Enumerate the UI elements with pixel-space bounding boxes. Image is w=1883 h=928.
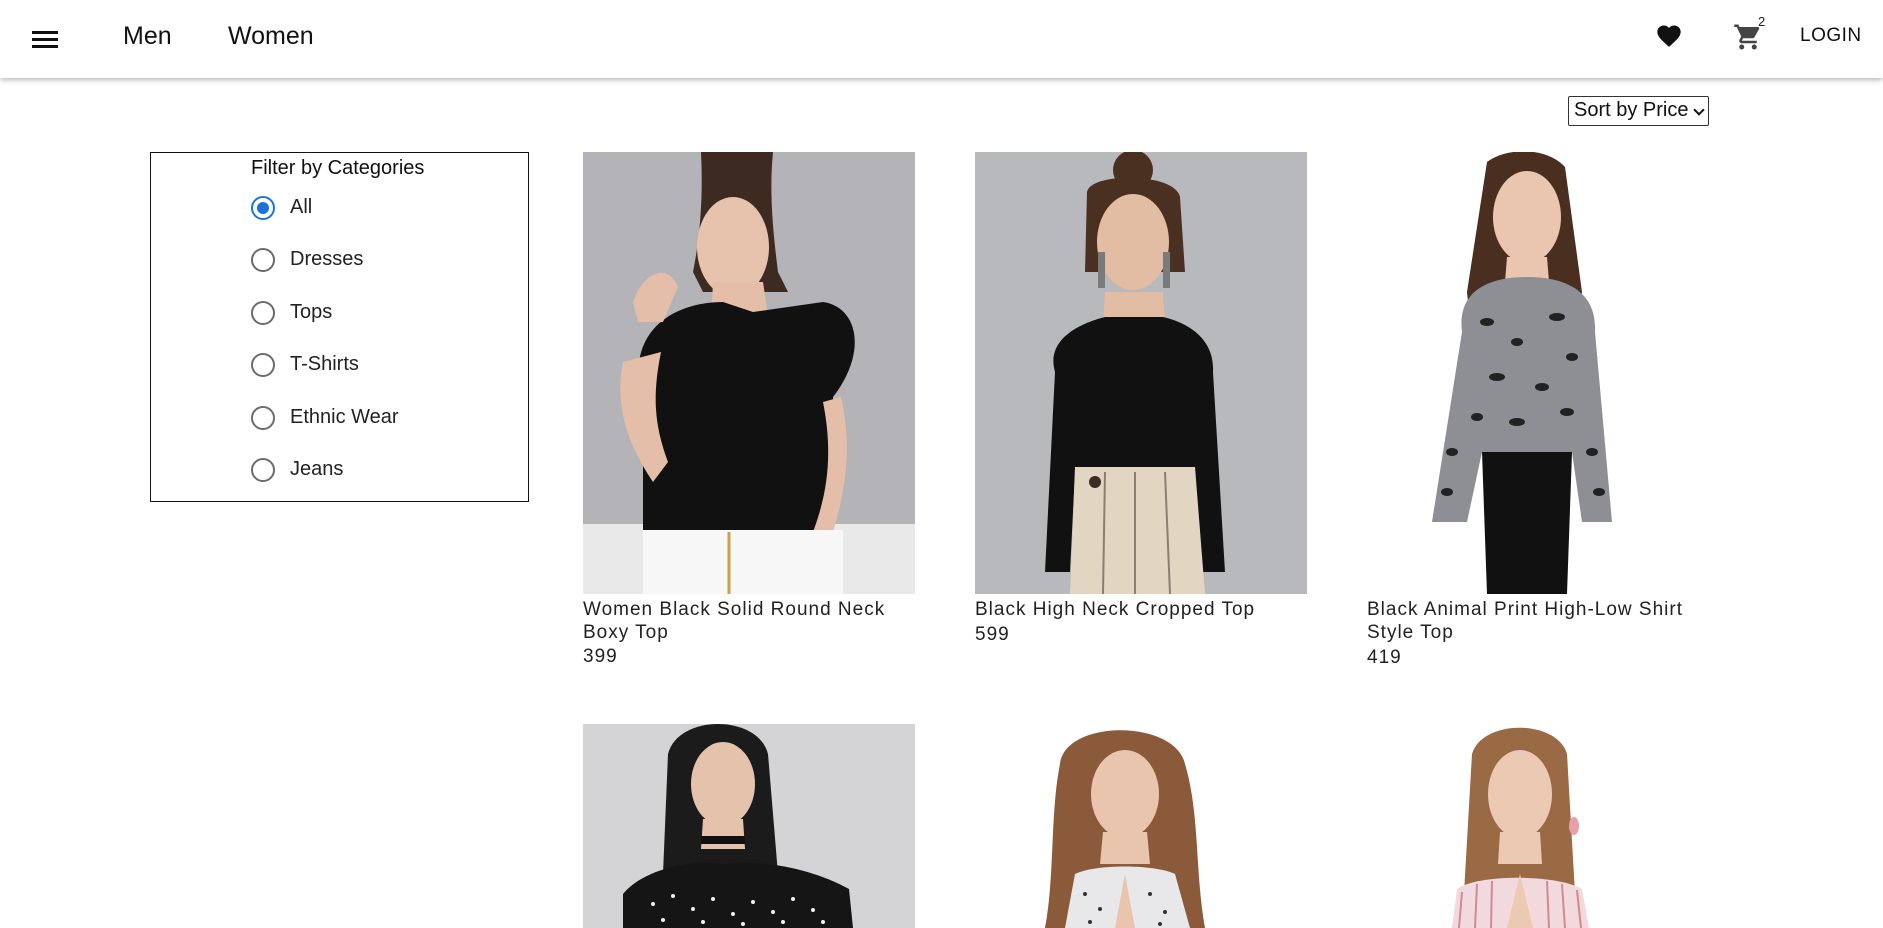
product-price: 599 bbox=[975, 624, 1010, 645]
product-image[interactable] bbox=[1367, 724, 1699, 928]
hamburger-menu-icon[interactable] bbox=[32, 28, 58, 52]
filter-option-label: Dresses bbox=[290, 248, 364, 270]
radio-unchecked-icon[interactable] bbox=[251, 458, 275, 482]
filter-option-label: Tops bbox=[290, 301, 333, 323]
radio-unchecked-icon[interactable] bbox=[251, 248, 275, 272]
login-button[interactable]: LOGIN bbox=[1800, 25, 1862, 47]
product-image[interactable] bbox=[975, 152, 1307, 594]
sort-by-price-select[interactable]: Sort by Price bbox=[1568, 96, 1709, 126]
radio-checked-icon[interactable] bbox=[251, 196, 275, 220]
filter-option-label: T-Shirts bbox=[290, 353, 359, 375]
filter-title: Filter by Categories bbox=[251, 157, 425, 179]
nav-link-men[interactable]: Men bbox=[123, 22, 172, 51]
sort-selected-value: Sort by Price bbox=[1574, 99, 1689, 121]
product-title[interactable]: Black High Neck Cropped Top bbox=[975, 598, 1307, 621]
radio-unchecked-icon[interactable] bbox=[251, 353, 275, 377]
product-image[interactable] bbox=[583, 724, 915, 928]
filter-option-label: All bbox=[290, 196, 313, 218]
product-price: 419 bbox=[1367, 647, 1402, 668]
cart-count-badge: 2 bbox=[1758, 14, 1766, 29]
category-filter-panel: Filter by Categories All Dresses Tops T-… bbox=[150, 152, 529, 502]
top-navigation-bar: Men Women 2 LOGIN bbox=[0, 0, 1883, 78]
nav-link-women[interactable]: Women bbox=[228, 22, 314, 51]
radio-unchecked-icon[interactable] bbox=[251, 301, 275, 325]
radio-unchecked-icon[interactable] bbox=[251, 406, 275, 430]
chevron-down-icon bbox=[1693, 104, 1705, 116]
product-image[interactable] bbox=[1367, 152, 1699, 594]
filter-option-label: Ethnic Wear bbox=[290, 406, 399, 428]
product-image[interactable] bbox=[975, 724, 1307, 928]
wishlist-heart-icon[interactable] bbox=[1655, 22, 1683, 50]
filter-option-label: Jeans bbox=[290, 458, 344, 480]
product-image[interactable] bbox=[583, 152, 915, 594]
product-price: 399 bbox=[583, 646, 618, 667]
product-title[interactable]: Black Animal Print High-Low Shirt Style … bbox=[1367, 598, 1699, 644]
product-title[interactable]: Women Black Solid Round Neck Boxy Top bbox=[583, 598, 915, 644]
